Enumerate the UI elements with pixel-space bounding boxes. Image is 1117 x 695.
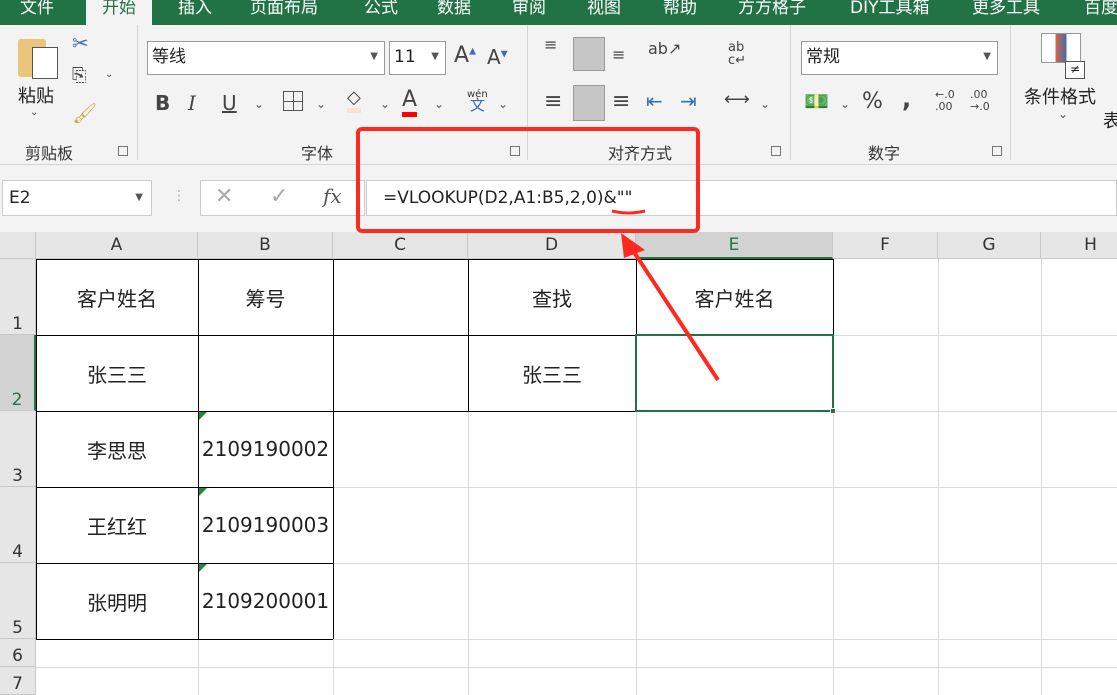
annotation-overlay: [356, 127, 720, 382]
arrow-line: [628, 244, 720, 382]
underline-mark: [611, 209, 646, 215]
arrow-head-icon: [621, 233, 645, 258]
highlight-box: [356, 127, 700, 233]
